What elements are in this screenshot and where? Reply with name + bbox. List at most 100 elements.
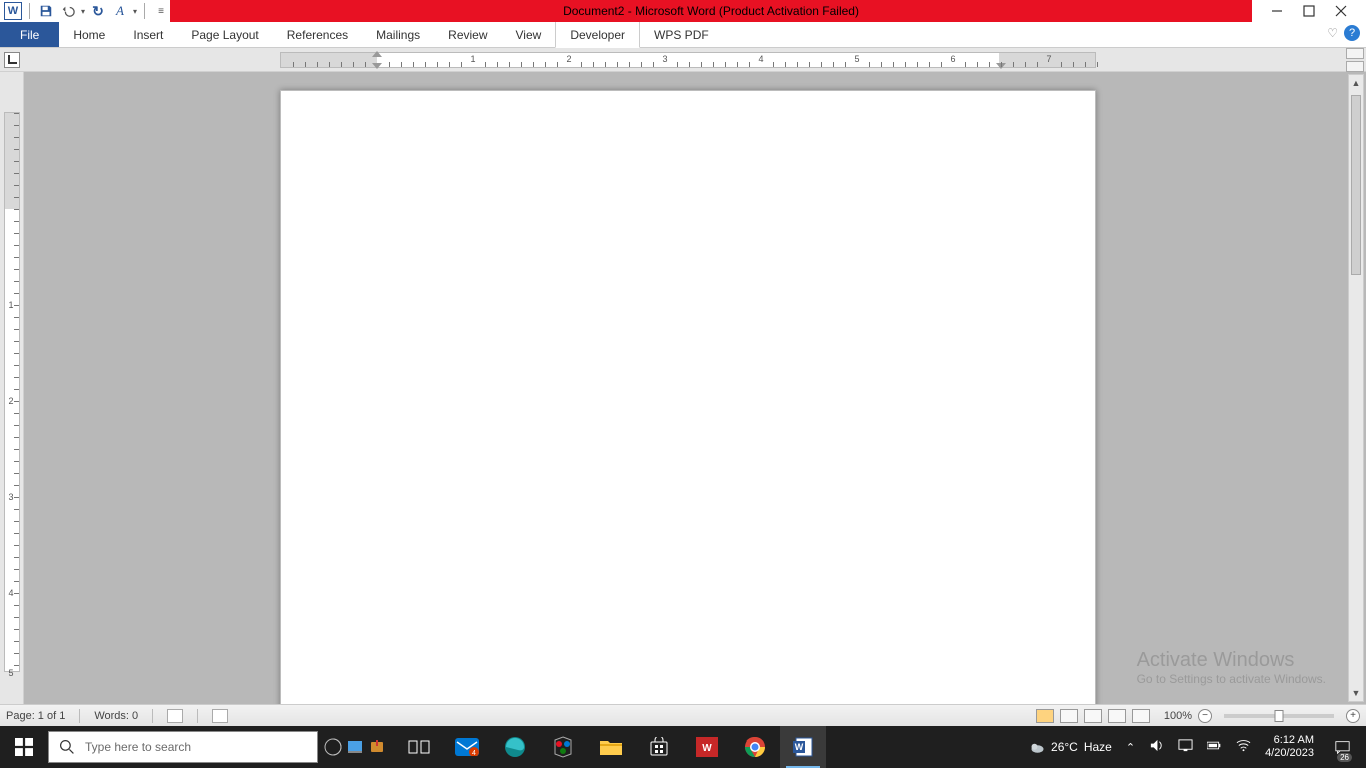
word-count[interactable]: Words: 0 bbox=[94, 710, 138, 722]
maximize-button[interactable] bbox=[1302, 4, 1316, 18]
watermark-subtitle: Go to Settings to activate Windows. bbox=[1137, 672, 1326, 686]
view-print-layout-icon[interactable] bbox=[1036, 709, 1054, 723]
document-area: 1 2 3 4 5 Activate Windows Go to Setting… bbox=[0, 72, 1366, 704]
close-button[interactable] bbox=[1334, 4, 1348, 18]
taskbar-search[interactable]: Type here to search bbox=[48, 731, 318, 763]
weather-widget[interactable]: 26°C Haze bbox=[1030, 740, 1112, 755]
macro-record-icon[interactable] bbox=[212, 709, 228, 723]
separator bbox=[152, 709, 153, 723]
minimize-button[interactable] bbox=[1270, 4, 1284, 18]
ruler-number: 6 bbox=[950, 54, 955, 64]
separator bbox=[29, 3, 30, 19]
svg-text:4: 4 bbox=[472, 750, 476, 756]
font-format-icon[interactable]: A bbox=[111, 2, 129, 20]
tab-developer[interactable]: Developer bbox=[555, 22, 640, 48]
tab-references[interactable]: References bbox=[273, 22, 362, 47]
tab-file[interactable]: File bbox=[0, 22, 59, 47]
page-status[interactable]: Page: 1 of 1 bbox=[6, 710, 65, 722]
scroll-down-icon[interactable]: ▼ bbox=[1349, 685, 1363, 701]
vertical-scrollbar[interactable]: ▲ ▼ bbox=[1348, 74, 1364, 702]
tray-date: 4/20/2023 bbox=[1265, 747, 1314, 760]
hanging-indent-icon[interactable] bbox=[372, 63, 382, 69]
spellcheck-icon[interactable] bbox=[167, 709, 183, 723]
view-web-layout-icon[interactable] bbox=[1084, 709, 1102, 723]
ruler-number: 2 bbox=[566, 54, 571, 64]
window-title: Document2 - Microsoft Word (Product Acti… bbox=[170, 0, 1252, 22]
tab-view[interactable]: View bbox=[502, 22, 556, 47]
system-tray: 26°C Haze ⌃ 6:12 AM 4/20/2023 26 bbox=[1030, 726, 1366, 768]
pinned-app-icon[interactable] bbox=[366, 731, 388, 763]
heart-icon[interactable]: ♡ bbox=[1327, 26, 1338, 40]
tray-clock[interactable]: 6:12 AM 4/20/2023 bbox=[1265, 734, 1314, 760]
edge-browser-icon[interactable] bbox=[492, 726, 538, 768]
watermark-title: Activate Windows bbox=[1137, 649, 1326, 672]
tab-home[interactable]: Home bbox=[59, 22, 119, 47]
tab-stop-selector[interactable] bbox=[4, 52, 20, 68]
scroll-thumb[interactable] bbox=[1351, 95, 1361, 275]
view-outline-icon[interactable] bbox=[1108, 709, 1126, 723]
status-bar: Page: 1 of 1 Words: 0 100% − + bbox=[0, 704, 1366, 726]
zoom-slider-knob[interactable] bbox=[1275, 710, 1284, 722]
help-icon[interactable]: ? bbox=[1344, 25, 1360, 41]
view-draft-icon[interactable] bbox=[1132, 709, 1150, 723]
vertical-ruler[interactable]: 1 2 3 4 5 bbox=[4, 112, 20, 672]
mail-app-icon[interactable]: 4 bbox=[444, 726, 490, 768]
search-side-icons bbox=[322, 731, 388, 763]
qat-customize-icon[interactable]: ≡ bbox=[152, 2, 170, 20]
document-page[interactable] bbox=[280, 90, 1096, 704]
ruler-number: 1 bbox=[470, 54, 475, 64]
search-icon bbox=[59, 739, 75, 755]
view-full-screen-icon[interactable] bbox=[1060, 709, 1078, 723]
first-line-indent-icon[interactable] bbox=[372, 51, 382, 57]
volume-icon[interactable] bbox=[1149, 738, 1164, 756]
windows-taskbar: Type here to search 4 W bbox=[0, 726, 1366, 768]
zoom-out-button[interactable]: − bbox=[1198, 709, 1212, 723]
horizontal-ruler[interactable]: 1 2 3 4 5 6 7 bbox=[280, 52, 1096, 68]
tab-page-layout[interactable]: Page Layout bbox=[177, 22, 272, 47]
zoom-in-button[interactable]: + bbox=[1346, 709, 1360, 723]
office-app-icon[interactable] bbox=[540, 726, 586, 768]
status-right: 100% − + bbox=[1036, 709, 1360, 723]
pan-hand-icon[interactable] bbox=[1346, 61, 1364, 72]
word-app-icon[interactable]: W bbox=[4, 2, 22, 20]
document-canvas[interactable]: Activate Windows Go to Settings to activ… bbox=[24, 72, 1366, 704]
battery-icon[interactable] bbox=[1207, 738, 1222, 756]
chrome-browser-icon[interactable] bbox=[732, 726, 778, 768]
ruler-toggle-icon[interactable] bbox=[1346, 48, 1364, 59]
zoom-level[interactable]: 100% bbox=[1164, 710, 1192, 722]
search-placeholder: Type here to search bbox=[85, 740, 191, 754]
tab-mailings[interactable]: Mailings bbox=[362, 22, 434, 47]
tray-overflow-icon[interactable]: ⌃ bbox=[1126, 741, 1135, 754]
vertical-ruler-column: 1 2 3 4 5 bbox=[0, 72, 24, 704]
file-explorer-icon[interactable] bbox=[588, 726, 634, 768]
tab-review[interactable]: Review bbox=[434, 22, 501, 47]
network-icon[interactable] bbox=[1178, 738, 1193, 756]
word-app-taskbar-icon[interactable]: W bbox=[780, 726, 826, 768]
format-dropdown-icon[interactable]: ▾ bbox=[133, 7, 137, 16]
redo-icon[interactable]: ↻ bbox=[89, 2, 107, 20]
undo-icon[interactable] bbox=[59, 2, 77, 20]
separator bbox=[197, 709, 198, 723]
wifi-icon[interactable] bbox=[1236, 738, 1251, 756]
window-controls bbox=[1252, 0, 1366, 22]
task-view-icon[interactable] bbox=[396, 726, 442, 768]
notification-count: 26 bbox=[1337, 753, 1352, 762]
wps-app-icon[interactable]: W bbox=[684, 726, 730, 768]
svg-text:W: W bbox=[702, 743, 712, 754]
status-left: Page: 1 of 1 Words: 0 bbox=[6, 709, 228, 723]
ruler-number: 4 bbox=[758, 54, 763, 64]
title-bar: W ▾ ↻ A ▾ ≡ Document2 - Microsoft Word (… bbox=[0, 0, 1366, 22]
save-icon[interactable] bbox=[37, 2, 55, 20]
tab-insert[interactable]: Insert bbox=[119, 22, 177, 47]
start-button[interactable] bbox=[0, 726, 48, 768]
scroll-up-icon[interactable]: ▲ bbox=[1349, 75, 1363, 91]
undo-dropdown-icon[interactable]: ▾ bbox=[81, 7, 85, 16]
zoom-slider[interactable] bbox=[1224, 714, 1334, 718]
action-center-icon[interactable]: 26 bbox=[1328, 726, 1356, 768]
interests-icon[interactable] bbox=[344, 731, 366, 763]
tab-wps-pdf[interactable]: WPS PDF bbox=[640, 22, 723, 47]
title-text: Document2 - Microsoft Word (Product Acti… bbox=[563, 4, 859, 18]
microsoft-store-icon[interactable] bbox=[636, 726, 682, 768]
ribbon-right-controls: ♡ ? bbox=[1327, 25, 1360, 41]
news-icon[interactable] bbox=[322, 731, 344, 763]
